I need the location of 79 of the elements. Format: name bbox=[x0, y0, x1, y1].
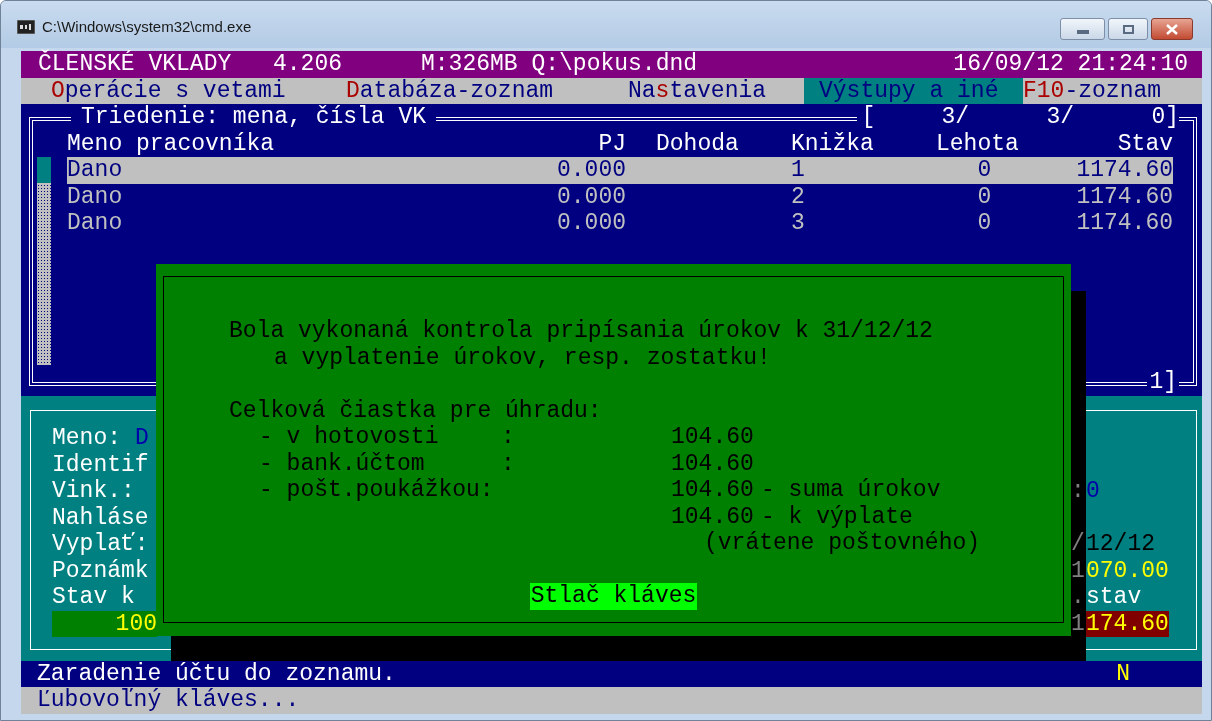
table-row[interactable]: Dano 0.000 1 0 1174.60 bbox=[67, 157, 1173, 184]
separator-colon: : bbox=[501, 450, 515, 477]
table-cell-text: Dano bbox=[67, 157, 124, 184]
menu-item[interactable]: F10-zoznam bbox=[1023, 77, 1193, 104]
column-header: Knižka bbox=[791, 130, 875, 157]
prompt-text: Ľubovoľný kláves... bbox=[37, 687, 300, 714]
table-cell-text: 1174.60 bbox=[1075, 210, 1173, 237]
message-text: a vyplatenie úrokov, resp. zostatku! bbox=[273, 344, 772, 371]
table-cell-text: Dano bbox=[67, 183, 124, 210]
version-text: 4.206 bbox=[273, 51, 343, 78]
payment-amount: 104.60 bbox=[671, 503, 755, 530]
column-header: Stav bbox=[1116, 130, 1173, 157]
field-label: Vink.: bbox=[52, 478, 135, 505]
status-message: Zaradenie účtu do zoznamu. bbox=[37, 660, 396, 687]
table-cell-text: Dano bbox=[67, 210, 124, 237]
maximize-icon bbox=[1122, 24, 1134, 34]
payment-label: - pošt.poukážkou: bbox=[259, 477, 494, 503]
menu-item[interactable]: Operácie s vetami bbox=[51, 77, 346, 104]
table-cell-text: 0.000 bbox=[556, 183, 626, 210]
column-header: Dohoda bbox=[655, 130, 740, 157]
menu-item[interactable]: Databáza-zoznam bbox=[346, 77, 628, 104]
field-value: 0 bbox=[1086, 478, 1100, 505]
field-label: Identif bbox=[52, 451, 149, 478]
table-row[interactable]: Dano 0.000 3 0 1174.60 bbox=[67, 210, 1173, 237]
payment-note: - suma úrokov bbox=[761, 477, 941, 503]
memory-path-text: M:326MB Q:\pokus.dnd bbox=[421, 51, 698, 78]
table-row[interactable]: Dano 0.000 2 0 1174.60 bbox=[67, 183, 1173, 210]
table-cell-text: 3 bbox=[791, 210, 806, 237]
payment-note: - k výplate bbox=[761, 503, 913, 530]
menu-item[interactable]: Nastavenia bbox=[628, 77, 804, 104]
column-header: PJ bbox=[597, 130, 626, 157]
field-label: Stav k bbox=[52, 584, 135, 611]
amount-bar: 100 bbox=[52, 610, 157, 637]
table-cell-text: 0 bbox=[976, 210, 993, 237]
datetime-text: 16/09/12 21:24:10 bbox=[953, 51, 1188, 78]
field-value: D bbox=[135, 425, 149, 452]
console-icon bbox=[17, 20, 35, 35]
table-cell-text: 0 bbox=[976, 157, 993, 184]
column-header: Lehota bbox=[936, 130, 1020, 157]
table-cell-text: 2 bbox=[791, 183, 806, 210]
field-value: stav bbox=[1086, 584, 1142, 611]
column-header: Meno pracovníka bbox=[67, 130, 276, 157]
field-value: 174.60 bbox=[1086, 610, 1169, 637]
payment-amount: 104.60 bbox=[671, 450, 755, 477]
payment-label: - bank.účtom bbox=[259, 450, 425, 477]
table-cell-text: 0 bbox=[976, 183, 993, 210]
table-cell-text: 1174.60 bbox=[1075, 183, 1173, 210]
record-counter: [ bbox=[861, 104, 877, 131]
minimize-button[interactable] bbox=[1060, 18, 1105, 40]
close-button[interactable] bbox=[1151, 18, 1193, 40]
table-cell-text: 0.000 bbox=[556, 210, 626, 237]
record-counter: 3/ bbox=[941, 104, 970, 131]
close-icon bbox=[1166, 23, 1178, 35]
press-key-button[interactable]: Stlač kláves bbox=[529, 583, 698, 610]
payment-amount: 104.60 bbox=[671, 477, 755, 504]
message-text: Bola vykonaná kontrola pripísania úrokov k 31/12/12 bbox=[229, 318, 934, 345]
separator-colon: : bbox=[501, 424, 515, 450]
maximize-button[interactable] bbox=[1108, 18, 1148, 40]
minimize-icon bbox=[1076, 30, 1089, 34]
payment-label: - v hotovosti bbox=[259, 424, 439, 450]
field-label: Nahláse bbox=[52, 504, 149, 531]
field-value: 070.00 bbox=[1086, 557, 1169, 584]
app-title: ČLENSKÉ VKLADY bbox=[38, 51, 233, 78]
table-cell-text: 1174.60 bbox=[1075, 157, 1173, 184]
field-label: Meno: bbox=[52, 425, 121, 452]
table-cell-text: 1 bbox=[791, 157, 806, 184]
payment-amount: 104.60 bbox=[671, 424, 755, 451]
table-cell-text: 0.000 bbox=[556, 157, 626, 184]
page-indicator: 1] bbox=[1147, 369, 1179, 396]
total-label: Celková čiastka pre úhradu: bbox=[229, 397, 603, 424]
record-counter: 0] bbox=[1151, 104, 1179, 131]
field-label: Vyplať: bbox=[52, 531, 149, 558]
mode-letter: N bbox=[1116, 660, 1130, 687]
field-value: 12/12 bbox=[1086, 531, 1155, 558]
scroll-thumb[interactable] bbox=[37, 157, 51, 183]
window-title: C:\Windows\system32\cmd.exe bbox=[42, 17, 252, 37]
remark-text: (vrátene poštovného) bbox=[703, 530, 982, 557]
record-counter: 3/ bbox=[1046, 104, 1075, 131]
field-label: Poznámk bbox=[52, 557, 149, 584]
